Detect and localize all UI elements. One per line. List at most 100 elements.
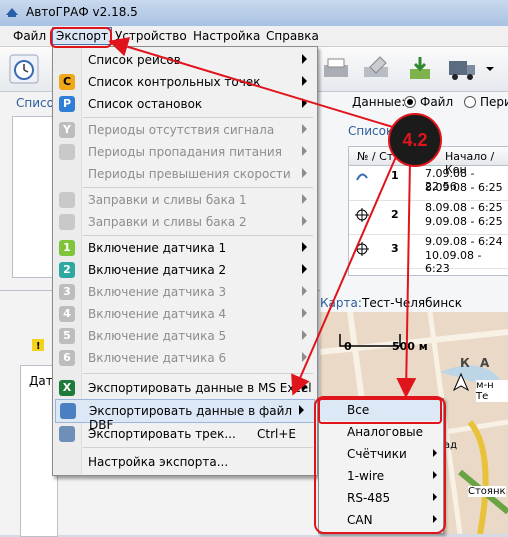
map-scale: 500 м [392,340,428,353]
stops-list-label: Список [348,124,394,138]
table-row[interactable]: 1 7.09.08 - 22:56 8.09.08 - 6:25 [349,166,508,201]
excel-icon: X [59,380,75,396]
chevron-right-icon [302,382,307,392]
fuel-icon [59,192,75,208]
sensor-2-icon: 2 [59,262,75,278]
printer-icon[interactable] [320,53,352,85]
chevron-right-icon [302,168,307,178]
menu-item-stops[interactable]: P Список остановок [53,93,317,115]
dbf-icon [60,403,76,419]
menu-item-label: Настройка экспорта... [88,455,229,469]
row-end: 9.09.08 - 6:25 [425,215,503,228]
svg-text:!: ! [36,341,41,351]
shortcut-label: Ctrl+E [257,427,296,441]
menu-separator [83,235,313,236]
checkpoint-icon: C [59,74,75,90]
menu-separator [83,447,313,448]
route-icon [356,173,368,181]
menu-settings[interactable]: Настройка [190,28,263,44]
menu-item-export-excel[interactable]: X Экспортировать данные в MS Excel [53,377,317,399]
row-start: 8.09.08 - 6:25 [425,201,503,214]
chevron-right-icon [299,405,304,415]
chevron-right-icon [302,76,307,86]
menu-item-tank-2[interactable]: Заправки и сливы бака 2 [53,211,317,233]
menu-item-sensor-6[interactable]: 6 Включение датчика 6 [53,347,317,369]
chevron-right-icon [302,194,307,204]
crosshair-icon [355,242,369,256]
radio-file[interactable] [404,96,416,108]
menu-item-sensor-1[interactable]: 1 Включение датчика 1 [53,237,317,259]
chevron-right-icon [302,330,307,340]
chevron-right-icon [302,146,307,156]
row-number: 1 [391,169,399,182]
vehicle-icon[interactable] [450,372,472,394]
menu-item-label: Экспортировать данные в MS Excel [88,381,312,395]
title-bar: АвтоГРАФ v2.18.5 [0,0,508,27]
menu-device[interactable]: Устройство [112,28,190,44]
sensor-5-icon: 5 [59,328,75,344]
menu-item-label: Включение датчика 4 [88,307,227,321]
menu-file[interactable]: Файл [10,28,49,44]
map-caption: Карта: [320,296,362,310]
row-start: 9.09.08 - 6:24 [425,235,503,248]
map-name: Тест-Челябинск [362,296,463,310]
menu-item-label: Заправки и сливы бака 1 [88,193,247,207]
menu-item-label: Периоды отсутствия сигнала [88,123,275,137]
menu-item-label: Заправки и сливы бака 2 [88,215,247,229]
crosshair-icon [355,208,369,222]
sensor-3-icon: 3 [59,284,75,300]
parking-icon: P [59,96,75,112]
menu-item-no-signal[interactable]: Y Периоды отсутствия сигнала [53,119,317,141]
download-icon[interactable] [404,53,436,85]
menu-item-checkpoints[interactable]: C Список контрольных точек [53,71,317,93]
menu-item-label: Включение датчика 1 [88,241,227,255]
chevron-right-icon [302,98,307,108]
sensor-4-icon: 4 [59,306,75,322]
chevron-down-icon[interactable] [485,65,495,73]
map-label-district: К А [460,356,493,370]
row-end: 8.09.08 - 6:25 [425,181,503,194]
menu-separator [83,187,313,188]
row-number: 2 [391,208,399,221]
chevron-right-icon [302,264,307,274]
data-table-header: Дат [29,374,53,388]
chevron-right-icon [302,308,307,318]
chevron-right-icon [302,352,307,362]
radio-period[interactable] [464,96,476,108]
menu-item-sensor-5[interactable]: 5 Включение датчика 5 [53,325,317,347]
export-menu: Список рейсов C Список контрольных точек… [52,46,318,476]
menu-item-power-loss[interactable]: Периоды пропадания питания [53,141,317,163]
menu-item-export-dbf[interactable]: Экспортировать данные в файл DBF [55,399,315,432]
truck-icon[interactable] [446,53,478,85]
stopwatch-icon[interactable] [8,53,40,85]
antenna-icon: Y [59,122,75,138]
menu-item-label: Список рейсов [88,53,181,67]
menu-item-sensor-2[interactable]: 2 Включение датчика 2 [53,259,317,281]
menu-item-label: Экспортировать трек... [88,427,236,441]
sensor-6-icon: 6 [59,350,75,366]
menu-item-sensor-3[interactable]: 3 Включение датчика 3 [53,281,317,303]
menu-item-tank-1[interactable]: Заправки и сливы бака 1 [53,189,317,211]
table-row[interactable]: 3 9.09.08 - 6:24 10.09.08 - 6:23 [349,234,508,275]
menu-separator [83,373,313,374]
window-title: АвтоГРАФ v2.18.5 [26,5,138,19]
menu-item-label: Периоды пропадания питания [88,145,282,159]
menu-item-label: Включение датчика 5 [88,329,227,343]
eraser-icon[interactable] [360,53,392,85]
menu-item-export-track[interactable]: Экспортировать трек... Ctrl+E [53,423,317,445]
chevron-right-icon [302,216,307,226]
warning-icon: ! [32,339,44,351]
menu-item-label: Список остановок [88,97,203,111]
chevron-right-icon [302,286,307,296]
stops-grid[interactable]: № / Ст. Начало / Кон 1 7.09.08 - 22:56 8… [348,146,508,276]
menu-item-export-settings[interactable]: Настройка экспорта... [53,451,317,473]
menu-item-overspeed[interactable]: Периоды превышения скорости [53,163,317,185]
row-number: 3 [391,242,399,255]
chevron-right-icon [302,242,307,252]
table-row[interactable]: 2 8.09.08 - 6:25 9.09.08 - 6:25 [349,200,508,235]
fuel-icon [59,214,75,230]
chevron-right-icon [302,54,307,64]
menu-item-trips[interactable]: Список рейсов [53,49,317,71]
menu-help[interactable]: Справка [263,28,322,44]
menu-item-sensor-4[interactable]: 4 Включение датчика 4 [53,303,317,325]
